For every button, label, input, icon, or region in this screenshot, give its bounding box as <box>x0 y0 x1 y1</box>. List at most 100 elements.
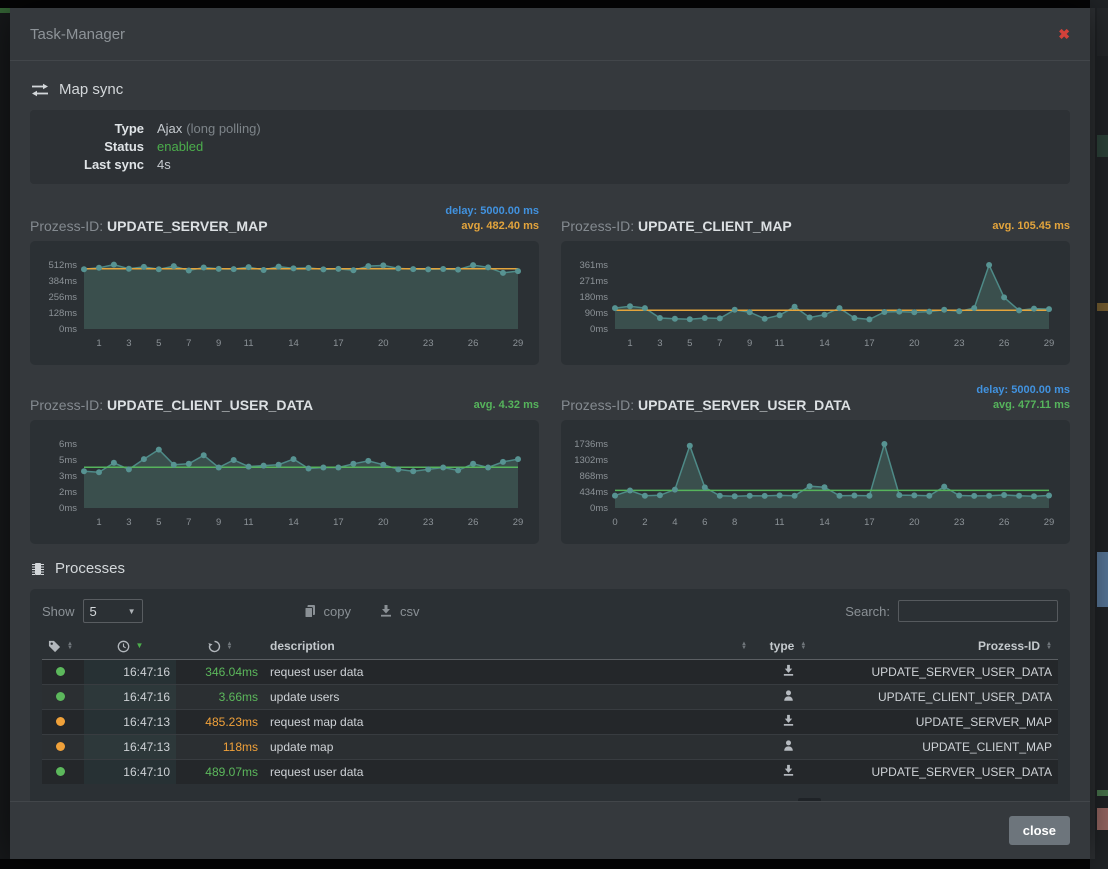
info-label: Last sync <box>44 156 157 174</box>
svg-text:20: 20 <box>909 338 920 349</box>
chart-update-client-user-data: Prozess-ID: UPDATE_CLIENT_USER_DATA avg.… <box>30 377 539 544</box>
prozess-id-cell: UPDATE_CLIENT_MAP <box>823 735 1058 760</box>
type-cell <box>753 685 823 710</box>
svg-text:17: 17 <box>864 338 875 349</box>
svg-text:2ms: 2ms <box>59 487 77 498</box>
svg-text:29: 29 <box>1044 517 1055 528</box>
modal-header: Task-Manager ✖ <box>10 8 1090 61</box>
column-description[interactable]: description ▲▼ <box>264 633 753 660</box>
chip-icon <box>30 561 46 577</box>
csv-button[interactable]: csv <box>379 604 420 619</box>
chart-stats: delay: 5000.00 ms avg. 482.40 ms <box>445 204 539 234</box>
svg-text:23: 23 <box>954 338 965 349</box>
status-cell <box>42 735 84 760</box>
duration-cell: 346.04ms <box>176 660 264 685</box>
info-row-type: Type Ajax (long polling) <box>44 120 1056 138</box>
duration-cell: 485.23ms <box>176 710 264 735</box>
column-prozess-id[interactable]: Prozess-ID ▲▼ <box>823 633 1058 660</box>
svg-text:1736ms: 1736ms <box>574 439 608 450</box>
svg-text:11: 11 <box>775 517 785 528</box>
svg-text:17: 17 <box>333 517 344 528</box>
svg-text:180ms: 180ms <box>579 292 608 303</box>
status-value: enabled <box>157 138 203 156</box>
time-cell: 16:47:16 <box>84 660 176 685</box>
avg-value: avg. 105.45 ms <box>992 219 1070 234</box>
chart-panel: 0ms434ms868ms1302ms1736ms024681114172023… <box>561 420 1070 544</box>
svg-text:1: 1 <box>96 338 101 349</box>
prozess-id-cell: UPDATE_SERVER_MAP <box>823 710 1058 735</box>
svg-text:8: 8 <box>732 517 737 528</box>
avg-value: avg. 482.40 ms <box>445 219 539 234</box>
svg-text:512ms: 512ms <box>48 260 77 271</box>
server-download-icon <box>782 714 795 727</box>
column-time[interactable]: ▼ <box>84 633 176 660</box>
prozess-id-cell: UPDATE_SERVER_USER_DATA <box>823 660 1058 685</box>
process-row[interactable]: 16:47:13118msupdate mapUPDATE_CLIENT_MAP <box>42 735 1058 760</box>
svg-text:1: 1 <box>627 338 632 349</box>
column-type[interactable]: type ▲▼ <box>753 633 823 660</box>
chart-update-server-user-data: Prozess-ID: UPDATE_SERVER_USER_DATA dela… <box>561 377 1070 544</box>
process-table: ▲▼ ▼ <box>42 633 1058 784</box>
close-button[interactable]: close <box>1009 816 1070 845</box>
svg-text:0ms: 0ms <box>590 324 608 335</box>
modal-footer: close <box>10 801 1090 859</box>
info-value: Ajax <box>157 120 182 138</box>
description-cell: request map data <box>264 710 753 735</box>
svg-text:26: 26 <box>468 517 479 528</box>
process-row[interactable]: 16:47:163.66msupdate usersUPDATE_CLIENT_… <box>42 685 1058 710</box>
svg-text:20: 20 <box>378 517 389 528</box>
chart-stats: delay: 5000.00 ms avg. 477.11 ms <box>976 383 1070 413</box>
process-row[interactable]: 16:47:13485.23msrequest map dataUPDATE_S… <box>42 710 1058 735</box>
chart-panel: 0ms128ms256ms384ms512ms13579111417202326… <box>30 241 539 365</box>
svg-text:14: 14 <box>819 338 830 349</box>
background-scrollbar <box>1090 8 1095 859</box>
status-dot <box>56 717 65 726</box>
status-cell <box>42 685 84 710</box>
svg-text:6ms: 6ms <box>59 439 77 450</box>
svg-text:20: 20 <box>909 517 920 528</box>
svg-text:9: 9 <box>747 338 752 349</box>
chart-stats: avg. 105.45 ms <box>992 219 1070 234</box>
processes-panel: Show 5 ▼ copy <box>30 589 1070 801</box>
process-row[interactable]: 16:47:10489.07msrequest user dataUPDATE_… <box>42 760 1058 785</box>
chevron-down-icon: ▼ <box>128 607 136 616</box>
modal-close-icon[interactable]: ✖ <box>1058 27 1070 41</box>
status-dot <box>56 692 65 701</box>
chart-panel: 0ms90ms180ms271ms361ms135791114172023262… <box>561 241 1070 365</box>
svg-text:4: 4 <box>672 517 677 528</box>
search-input[interactable] <box>898 600 1058 622</box>
copy-button[interactable]: copy <box>303 604 351 619</box>
svg-text:14: 14 <box>288 338 299 349</box>
info-value: 4s <box>157 156 171 174</box>
screen: Task-Manager ✖ Map sync Type Ajax (long … <box>0 0 1108 869</box>
prozess-id-cell: UPDATE_CLIENT_USER_DATA <box>823 685 1058 710</box>
svg-text:17: 17 <box>864 517 875 528</box>
svg-text:0ms: 0ms <box>59 324 77 335</box>
delay-value: delay: 5000.00 ms <box>976 383 1070 398</box>
avg-value: avg. 4.32 ms <box>474 398 539 413</box>
svg-text:11: 11 <box>775 338 785 349</box>
process-table-body: 16:47:16346.04msrequest user dataUPDATE_… <box>42 660 1058 785</box>
svg-text:0ms: 0ms <box>590 503 608 514</box>
svg-text:20: 20 <box>378 338 389 349</box>
svg-text:29: 29 <box>1044 338 1055 349</box>
chart-title: Prozess-ID: UPDATE_SERVER_MAP <box>30 218 268 234</box>
duration-cell: 118ms <box>176 735 264 760</box>
info-label: Type <box>44 120 157 138</box>
show-entries-select[interactable]: 5 ▼ <box>83 599 143 623</box>
svg-text:29: 29 <box>513 338 524 349</box>
svg-text:9: 9 <box>216 517 221 528</box>
svg-text:11: 11 <box>244 338 254 349</box>
column-duration[interactable]: ▲▼ <box>176 633 264 660</box>
charts-grid: Prozess-ID: UPDATE_SERVER_MAP delay: 500… <box>30 198 1070 544</box>
svg-text:0ms: 0ms <box>59 503 77 514</box>
chart-title: Prozess-ID: UPDATE_SERVER_USER_DATA <box>561 397 851 413</box>
modal-body: Map sync Type Ajax (long polling) Status… <box>10 61 1090 801</box>
info-row-last-sync: Last sync 4s <box>44 156 1056 174</box>
svg-text:434ms: 434ms <box>579 487 608 498</box>
column-status[interactable]: ▲▼ <box>42 633 84 660</box>
background-page-left-edge <box>0 8 10 859</box>
process-row[interactable]: 16:47:16346.04msrequest user dataUPDATE_… <box>42 660 1058 685</box>
svg-text:17: 17 <box>333 338 344 349</box>
status-cell <box>42 710 84 735</box>
